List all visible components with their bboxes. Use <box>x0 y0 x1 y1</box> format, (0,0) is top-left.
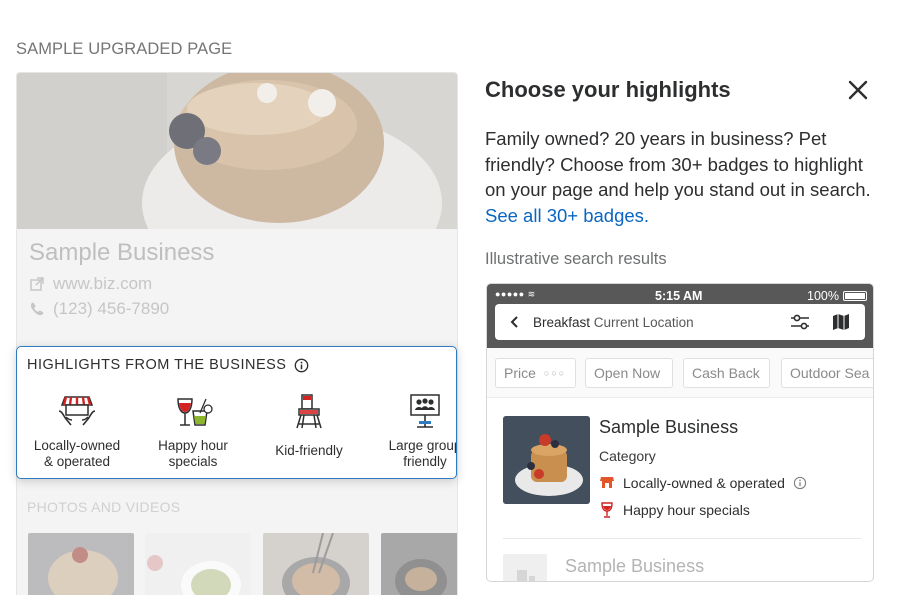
external-link-icon <box>30 277 44 291</box>
section-label: SAMPLE UPGRADED PAGE <box>16 40 233 58</box>
battery-icon <box>842 291 867 301</box>
business-name: Sample Business <box>29 239 215 266</box>
highlight-happy-hour: Happy hour specials <box>133 391 253 469</box>
phone-mockup: ●●●●● ≋ 5:15 AM 100% Breakfast Current L… <box>486 283 874 582</box>
phone-row[interactable]: (123) 456-7890 <box>29 299 169 319</box>
photo-thumbnail[interactable] <box>28 533 134 595</box>
highlight-label: Large group friendly <box>388 438 456 469</box>
result-name[interactable]: Sample Business <box>565 556 704 577</box>
pill-label: Open Now <box>594 365 661 381</box>
info-icon[interactable] <box>793 476 807 490</box>
cocktail-icon <box>601 502 613 518</box>
status-bar: ●●●●● ≋ 5:15 AM 100% Breakfast Current L… <box>487 284 873 348</box>
phone-icon <box>31 302 44 316</box>
highlight-large-group: Large group friendly <box>365 391 456 469</box>
battery-percent: 100% <box>807 289 839 303</box>
result-divider <box>503 538 861 539</box>
pill-label: Price <box>504 365 536 381</box>
filter-pill-outdoor-seating[interactable]: Outdoor Sea <box>781 358 873 388</box>
signal-icon: ●●●●● ≋ <box>495 289 536 299</box>
highlight-label: Kid-friendly <box>275 443 343 458</box>
result-highlight: Locally-owned & operated <box>599 475 807 491</box>
photo-thumbnail[interactable] <box>263 533 369 595</box>
panel-title: Choose your highlights <box>485 77 731 102</box>
highlights-box: HIGHLIGHTS FROM THE BUSINESS Locally-own… <box>16 346 457 479</box>
result-photo <box>503 416 590 504</box>
result-highlight-text: Happy hour specials <box>623 502 750 518</box>
highlight-label: Locally-owned & operated <box>33 438 121 469</box>
search-term: Breakfast <box>533 314 591 330</box>
back-chevron-icon[interactable] <box>507 314 523 330</box>
status-time: 5:15 AM <box>655 289 703 303</box>
filter-pill-open-now[interactable]: Open Now <box>585 358 673 388</box>
highlights-title-text: HIGHLIGHTS FROM THE BUSINESS <box>27 357 287 373</box>
storefront-icon <box>600 477 614 488</box>
result-category: Category <box>599 448 656 464</box>
photo-thumbnail[interactable] <box>381 533 457 595</box>
more-dots-icon: ○○○ <box>543 368 567 378</box>
highlight-kid-friendly: Kid-friendly <box>249 391 369 459</box>
result-highlight-text: Locally-owned & operated <box>623 475 785 491</box>
highlight-locally-owned: Locally-owned & operated <box>17 391 137 469</box>
filter-sliders-icon[interactable] <box>789 313 811 331</box>
close-icon[interactable] <box>846 78 870 102</box>
sample-page-card: Sample Business www.biz.com (123) 456-78… <box>16 72 458 595</box>
highlight-label: Happy hour specials <box>158 438 228 469</box>
filter-pill-price[interactable]: Price ○○○ <box>495 358 576 388</box>
pill-label: Cash Back <box>692 365 760 381</box>
result-placeholder-icon <box>503 554 547 581</box>
high-chair-icon <box>296 394 322 429</box>
search-bar[interactable]: Breakfast Current Location <box>495 304 865 340</box>
panel-description: Family owned? 20 years in business? Pet … <box>485 126 885 228</box>
see-all-badges-link[interactable]: See all 30+ badges. <box>485 205 649 226</box>
result-name[interactable]: Sample Business <box>599 417 738 438</box>
highlights-title: HIGHLIGHTS FROM THE BUSINESS <box>27 357 309 373</box>
pill-label: Outdoor Sea <box>790 365 870 381</box>
map-icon[interactable] <box>831 312 851 332</box>
description-text: Family owned? 20 years in business? Pet … <box>485 128 871 200</box>
storefront-hands-icon <box>58 396 96 426</box>
battery-status: 100% <box>807 289 867 303</box>
website-link[interactable]: www.biz.com <box>53 274 152 294</box>
photos-label: PHOTOS AND VIDEOS <box>27 499 181 515</box>
photo-thumbnail[interactable] <box>145 533 251 595</box>
phone-number: (123) 456-7890 <box>53 299 170 318</box>
website-row[interactable]: www.biz.com <box>29 274 152 294</box>
illustrative-label: Illustrative search results <box>485 250 667 268</box>
cocktail-glasses-icon <box>177 398 213 426</box>
hero-photo <box>17 73 457 229</box>
filter-pill-cash-back[interactable]: Cash Back <box>683 358 770 388</box>
search-query[interactable]: Breakfast Current Location <box>533 315 694 330</box>
result-highlight: Happy hour specials <box>599 502 750 518</box>
group-sign-icon <box>410 394 440 428</box>
filter-pills: Price ○○○ Open Now Cash Back Outdoor Sea <box>487 348 873 398</box>
search-location: Current Location <box>593 314 694 330</box>
info-icon[interactable] <box>294 358 309 373</box>
